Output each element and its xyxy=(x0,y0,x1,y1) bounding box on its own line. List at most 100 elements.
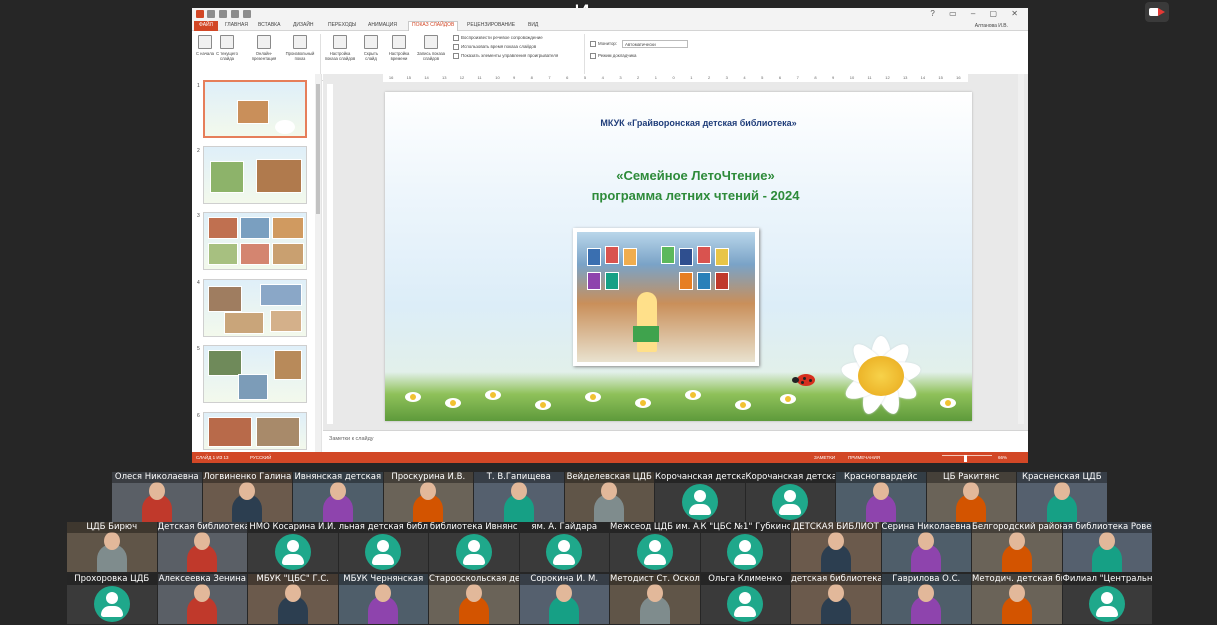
participant-video xyxy=(820,584,851,624)
hide-slide-button[interactable]: Скрыть слайд xyxy=(360,35,382,61)
editor-scrollbar[interactable] xyxy=(1018,74,1024,424)
participant-tile[interactable]: Т. В.Гапищева xyxy=(474,472,564,522)
tab-home[interactable]: ГЛАВНАЯ xyxy=(225,22,248,28)
tab-review[interactable]: РЕЦЕНЗИРОВАНИЕ xyxy=(467,22,515,28)
monitor-select[interactable]: Автоматически xyxy=(622,40,688,48)
show-media-controls-checkbox[interactable]: Показать элементы управления проигрывате… xyxy=(453,53,558,59)
participant-tile[interactable]: Методич. детская библ xyxy=(972,574,1062,624)
ruler-tick: 3 xyxy=(619,75,622,80)
participant-tile[interactable]: Серина Николаевна xyxy=(881,522,971,572)
record-slideshow-button[interactable]: Запись показа слайдов xyxy=(415,35,447,61)
rehearse-timings-button[interactable]: Настройка времени xyxy=(385,35,413,61)
tab-file[interactable]: ФАЙЛ xyxy=(194,21,218,31)
slide-number: 1 xyxy=(197,83,200,89)
participant-tile[interactable]: Ольга Клименко xyxy=(700,574,790,624)
participant-tile[interactable]: Алексеевка Зенина xyxy=(157,574,247,624)
tab-design[interactable]: ДИЗАЙН xyxy=(293,22,314,28)
slide-notes[interactable]: Заметки к слайду xyxy=(323,430,1028,452)
participant-name: ая библиотека Ровен xyxy=(1062,522,1152,533)
tab-view[interactable]: ВИД xyxy=(528,22,538,28)
participant-tile[interactable]: библиотека Ивнянс xyxy=(429,522,519,572)
participant-name: Алексеевка Зенина xyxy=(157,574,247,585)
participant-tile[interactable]: Логвиненко Галина xyxy=(202,472,292,522)
participant-tile[interactable]: Белгородский районн xyxy=(972,522,1062,572)
ruler-tick: 9 xyxy=(512,75,516,80)
ruler-tick: 1 xyxy=(654,75,657,80)
participant-tile[interactable]: К "ЦБС №1" Губкинс xyxy=(700,522,790,572)
setup-slideshow-button[interactable]: Настройка показа слайдов xyxy=(324,35,356,61)
zoom-level[interactable]: 66% xyxy=(998,455,1007,460)
participant-tile[interactable]: Корочанская детская xyxy=(655,472,745,522)
participant-tile[interactable]: НМО Косарина И.И. xyxy=(248,522,338,572)
ruler-tick: 13 xyxy=(902,75,908,80)
slide-thumbnail-6[interactable] xyxy=(203,412,307,450)
window-controls[interactable]: ? ▭ – ▢ ✕ xyxy=(930,9,1024,18)
slide-thumbnail-3[interactable] xyxy=(203,212,307,270)
participant-tile[interactable]: Ивнянская детская xyxy=(293,472,383,522)
participant-tile[interactable]: детская библиотека xyxy=(791,574,881,624)
tab-animation[interactable]: АНИМАЦИЯ xyxy=(368,22,397,28)
ruler-tick: 6 xyxy=(566,75,569,80)
participant-tile[interactable]: Детская библиотека xyxy=(157,522,247,572)
participant-tile[interactable]: ЦДБ Бирюч xyxy=(67,522,157,572)
participant-tile[interactable]: Гаврилова О.С. xyxy=(881,574,971,624)
participant-tile[interactable]: Старооскольская детско xyxy=(429,574,519,624)
online-presentation-button[interactable]: Онлайн-презентация xyxy=(248,35,280,61)
thumbnails-scrollbar[interactable] xyxy=(315,74,321,454)
camera-record-icon[interactable] xyxy=(1145,2,1169,22)
participant-tile[interactable]: Олеся Николаевна xyxy=(112,472,202,522)
participant-tile[interactable]: Межсеод ЦДБ им. А. Гайдар xyxy=(610,522,700,572)
play-narration-checkbox[interactable]: Воспроизвести речевое сопровождение xyxy=(453,35,543,41)
presenter-view-checkbox[interactable]: Режим докладчика xyxy=(590,53,637,59)
thumb-photo xyxy=(272,217,304,239)
notes-toggle[interactable]: ЗАМЕТКИ xyxy=(814,455,835,460)
participant-tile[interactable]: льная детская библ xyxy=(338,522,428,572)
slideshow-quick-icon[interactable] xyxy=(243,10,251,18)
button-label: Настройка времени xyxy=(388,51,410,61)
tab-insert[interactable]: ВСТАВКА xyxy=(258,22,280,28)
slide-thumbnail-4[interactable] xyxy=(203,279,307,337)
participant-tile[interactable]: ЦБ Ракитянс xyxy=(926,472,1016,522)
participant-tile[interactable]: Прохоровка ЦДБ xyxy=(67,574,157,624)
slide-number: 4 xyxy=(197,280,200,286)
current-slide[interactable]: МКУК «Грайворонская детская библиотека» … xyxy=(385,92,972,421)
use-timings-checkbox[interactable]: Использовать время показа слайдов xyxy=(453,44,536,50)
undo-icon[interactable] xyxy=(219,10,227,18)
zoom-slider[interactable] xyxy=(942,455,992,456)
redo-icon[interactable] xyxy=(231,10,239,18)
participant-tile[interactable]: ДЕТСКАЯ БИБЛИОТ xyxy=(791,522,881,572)
participant-tile[interactable]: Вейделевская ЦДБ xyxy=(564,472,654,522)
record-icon xyxy=(424,35,438,49)
comments-toggle[interactable]: ПРИМЕЧАНИЯ xyxy=(848,455,880,460)
participant-tile[interactable]: Филиал "Центральная д xyxy=(1062,574,1152,624)
participant-tile[interactable]: МБУК "ЦБС" Г.С. xyxy=(248,574,338,624)
ruler-tick: 4 xyxy=(601,75,604,80)
participant-tile[interactable]: Корочанская детская xyxy=(745,472,835,522)
participant-tile[interactable]: Красненская ЦДБ xyxy=(1017,472,1107,522)
participant-tile[interactable]: МБУК Чернянская xyxy=(338,574,428,624)
participant-tile[interactable]: ям. А. Гайдара xyxy=(519,522,609,572)
from-current-slide-button[interactable]: С текущего слайда xyxy=(214,35,240,61)
participant-tile[interactable]: ая библиотека Ровен xyxy=(1062,522,1152,572)
language-indicator[interactable]: РУССКИЙ xyxy=(250,455,271,460)
participant-name: Филиал "Центральная д xyxy=(1062,574,1152,585)
participant-tile[interactable]: Методист Ст. Оскол ЦБ xyxy=(610,574,700,624)
tab-transitions[interactable]: ПЕРЕХОДЫ xyxy=(328,22,356,28)
ribbon-separator xyxy=(584,34,585,78)
slide-thumbnail-5[interactable] xyxy=(203,345,307,403)
ruler-tick: 16 xyxy=(956,75,961,80)
participant-tile[interactable]: Сорокина И. М. xyxy=(519,574,609,624)
participant-tile[interactable]: Проскурина И.В. xyxy=(383,472,473,522)
ladybug-icon xyxy=(792,374,815,386)
participant-name: детская библиотека xyxy=(791,574,881,585)
participant-video xyxy=(956,482,987,522)
user-name[interactable]: Алтанова И.В. xyxy=(975,23,1008,29)
slide-editor: 16 15 14 13 12 11 10 9 8 7 6 5 4 3 2 1 0 1 2 3 4 5 6 7 8 9 10 11 12 1… xyxy=(323,74,1028,430)
slide-thumbnail-2[interactable] xyxy=(203,146,307,204)
tab-slideshow[interactable]: ПОКАЗ СЛАЙДОВ xyxy=(408,21,459,31)
custom-show-button[interactable]: Произвольный показ xyxy=(284,35,316,61)
zoom-slider-handle[interactable] xyxy=(964,455,967,462)
save-icon[interactable] xyxy=(207,10,215,18)
participant-tile[interactable]: Красногвардейс xyxy=(836,472,926,522)
slide-thumbnail-1[interactable] xyxy=(203,80,307,138)
